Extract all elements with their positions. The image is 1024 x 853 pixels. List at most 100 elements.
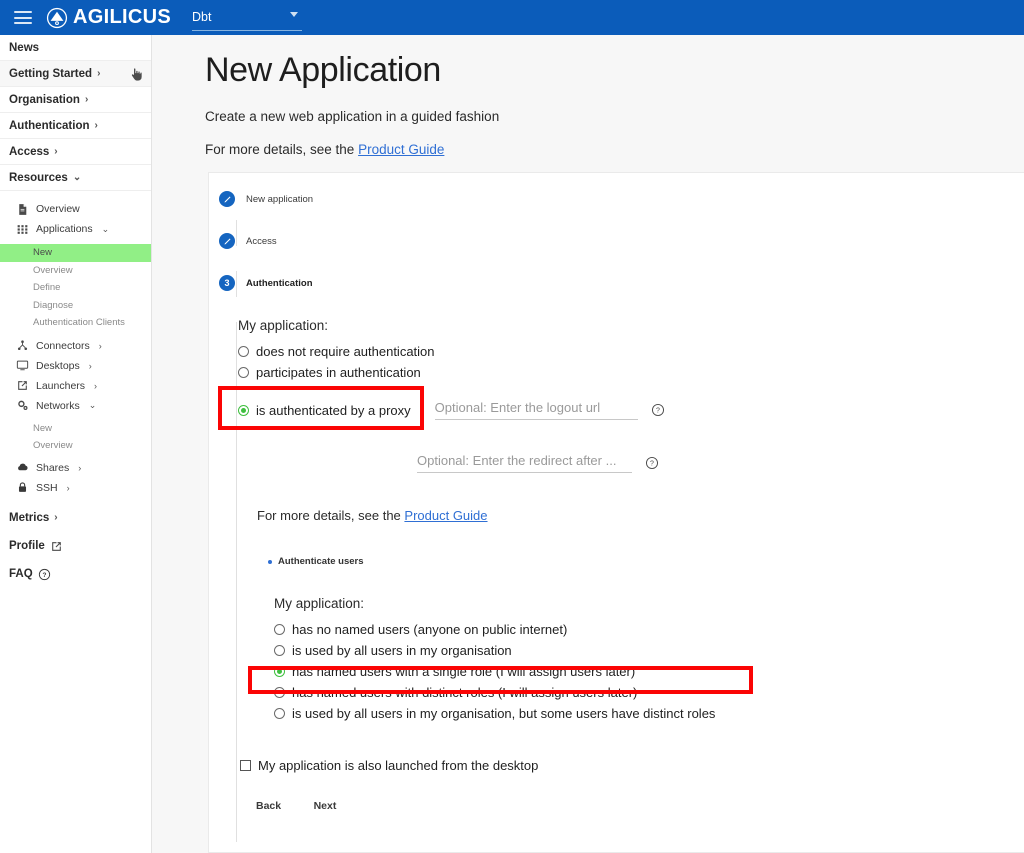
sidebar-leaf-label: Overview (33, 265, 73, 276)
sidebar-resources-group: OverviewApplications⌄ (0, 199, 151, 239)
sidebar-item-authentication[interactable]: Authentication › (0, 113, 151, 139)
radio-label[interactable]: is used by all users in my organisation,… (292, 706, 715, 721)
sidebar-item-ssh[interactable]: SSH› (0, 478, 151, 498)
help-circle-icon[interactable]: ? (651, 403, 665, 417)
desktop-launch-label[interactable]: My application is also launched from the… (258, 758, 538, 773)
sidebar-item-label: Resources (9, 172, 68, 184)
sidebar-resources-group-3: Shares›SSH› (0, 458, 151, 498)
radio-option-single-role[interactable]: has named users with a single role (I wi… (274, 662, 1024, 680)
sidebar-item-news[interactable]: News (0, 35, 151, 61)
sidebar-item-resources[interactable]: Resources⌄ (0, 165, 151, 191)
sidebar-item-connectors[interactable]: Connectors› (0, 336, 151, 356)
external-link-icon (50, 540, 62, 552)
sidebar-item-label: Access (9, 146, 49, 158)
radio-icon-selected[interactable] (238, 405, 249, 416)
radio-option-no-auth[interactable]: does not require authentication (238, 342, 1024, 360)
sidebar-item-metrics[interactable]: Metrics› (0, 504, 151, 532)
back-button[interactable]: Back (248, 796, 289, 816)
sidebar-footer-group: Metrics›ProfileFAQ? (0, 504, 151, 588)
grid-apps-icon (16, 223, 29, 236)
auth-product-guide-link[interactable]: Product Guide (404, 508, 487, 523)
organisation-select[interactable]: Dbt (192, 4, 302, 31)
sidebar-item-access[interactable]: Access› (0, 139, 151, 165)
sidebar-item-label: FAQ (9, 568, 33, 580)
radio-option-all-users-org[interactable]: is used by all users in my organisation (274, 641, 1024, 659)
sidebar-item-label: Networks (36, 400, 80, 412)
radio-icon[interactable] (238, 367, 249, 378)
desktop-launch-checkbox-row[interactable]: My application is also launched from the… (240, 756, 1024, 774)
radio-option-org-some-distinct[interactable]: is used by all users in my organisation,… (274, 704, 1024, 722)
radio-label[interactable]: does not require authentication (256, 344, 435, 359)
radio-label[interactable]: is authenticated by a proxy (256, 403, 411, 418)
sidebar-item-networks[interactable]: Networks⌄ (0, 396, 151, 416)
agilicus-logo-icon (46, 7, 68, 29)
radio-option-participates[interactable]: participates in authentication (238, 363, 1024, 381)
sidebar-leaf-label: Diagnose (33, 300, 73, 311)
chevron-down-icon (290, 12, 298, 17)
sidebar-leaf-authentication-clients[interactable]: Authentication Clients (0, 314, 151, 332)
auth-radio-group[interactable]: does not require authentication particip… (238, 342, 1024, 419)
step-access[interactable]: Access (209, 233, 1024, 249)
radio-icon[interactable] (274, 645, 285, 656)
radio-icon[interactable] (238, 346, 249, 357)
step-authentication[interactable]: 3 Authentication (209, 275, 1024, 291)
sidebar-leaf-new[interactable]: New (0, 244, 151, 262)
brand[interactable]: AGILICUS (46, 6, 171, 29)
sidebar-item-shares[interactable]: Shares› (0, 458, 151, 478)
users-radio-group[interactable]: has no named users (anyone on public int… (274, 620, 1024, 722)
sidebar-item-overview[interactable]: Overview (0, 199, 151, 219)
chevron-icon: › (99, 341, 102, 351)
checkbox-icon[interactable] (240, 760, 251, 771)
radio-option-proxy-row[interactable]: is authenticated by a proxy Optional: En… (238, 401, 1024, 419)
radio-icon[interactable] (274, 687, 285, 698)
radio-label[interactable]: has named users with a single role (I wi… (292, 664, 635, 679)
sidebar-leaf-label: Define (33, 282, 60, 293)
sidebar-leaf-overview[interactable]: Overview (0, 437, 151, 455)
redirect-field-row[interactable]: Optional: Enter the redirect after ... ? (417, 453, 1024, 473)
radio-label[interactable]: has named users with distinct roles (I w… (292, 685, 637, 700)
sidebar-leaf-label: Authentication Clients (33, 317, 125, 328)
sidebar-item-organisation[interactable]: Organisation› (0, 87, 151, 113)
sidebar-leaf-diagnose[interactable]: Diagnose (0, 297, 151, 315)
sidebar-item-applications[interactable]: Applications⌄ (0, 219, 151, 239)
svg-text:?: ? (656, 408, 660, 415)
sidebar-leaf-new[interactable]: New (0, 420, 151, 438)
sidebar-item-label: Authentication (9, 120, 90, 132)
svg-text:?: ? (650, 461, 654, 468)
lock-icon (16, 481, 29, 494)
chevron-icon: › (95, 120, 98, 131)
step-done-pencil-icon (219, 233, 235, 249)
radio-option-no-named-users[interactable]: has no named users (anyone on public int… (274, 620, 1024, 638)
product-guide-link[interactable]: Product Guide (358, 142, 444, 157)
radio-label[interactable]: participates in authentication (256, 365, 421, 380)
step-done-pencil-icon (219, 191, 235, 207)
step-new-application[interactable]: New application (209, 191, 1024, 207)
sidebar-item-desktops[interactable]: Desktops› (0, 356, 151, 376)
redirect-after-input[interactable]: Optional: Enter the redirect after ... (417, 453, 632, 473)
hamburger-icon[interactable] (14, 11, 32, 24)
sidebar-item-launchers[interactable]: Launchers› (0, 376, 151, 396)
sidebar-item-profile[interactable]: Profile (0, 532, 151, 560)
sidebar-leaf-overview[interactable]: Overview (0, 262, 151, 280)
main-content: New Application Create a new web applica… (152, 35, 1024, 853)
sidebar-item-faq[interactable]: FAQ? (0, 560, 151, 588)
logout-url-input[interactable]: Optional: Enter the logout url (435, 400, 638, 420)
auth-group-title: My application: (238, 318, 1024, 333)
next-button[interactable]: Next (306, 796, 345, 816)
sidebar-leaf-define[interactable]: Define (0, 279, 151, 297)
page-header: New Application Create a new web applica… (152, 35, 1024, 157)
radio-icon-selected[interactable] (274, 666, 285, 677)
wizard-card: New application Access 3 Authentication … (208, 172, 1024, 853)
auth-more-details-text: For more details, see the (257, 508, 404, 523)
authenticate-users-section: My application: has no named users (anyo… (274, 596, 1024, 722)
radio-label[interactable]: is used by all users in my organisation (292, 643, 512, 658)
radio-icon[interactable] (274, 624, 285, 635)
sidebar[interactable]: NewsGetting Started›Organisation›Authent… (0, 35, 152, 853)
chevron-icon: › (67, 483, 70, 493)
top-bar: AGILICUS Dbt (0, 0, 1024, 35)
sidebar-item-getting-started[interactable]: Getting Started› (0, 61, 151, 87)
radio-label[interactable]: has no named users (anyone on public int… (292, 622, 567, 637)
help-circle-icon[interactable]: ? (645, 456, 659, 470)
radio-option-distinct-roles[interactable]: has named users with distinct roles (I w… (274, 683, 1024, 701)
radio-icon[interactable] (274, 708, 285, 719)
